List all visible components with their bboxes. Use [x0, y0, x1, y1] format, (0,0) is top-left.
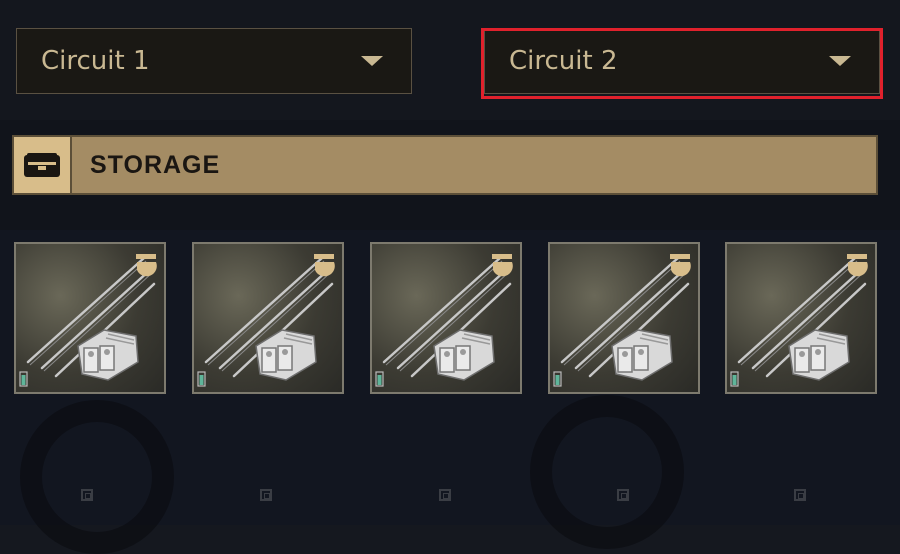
inventory-slot[interactable]	[370, 242, 522, 394]
circuit-parts-icon	[553, 254, 691, 387]
decor-ring	[20, 400, 174, 554]
chevron-down-icon	[361, 56, 383, 66]
circuit-2-label: Circuit 2	[509, 46, 618, 76]
decor-ring	[530, 395, 684, 549]
circuit-1-label: Circuit 1	[41, 46, 150, 76]
circuit-parts-icon	[197, 254, 335, 387]
circuit-parts-icon	[19, 254, 157, 387]
slot-marker-icon	[439, 489, 451, 501]
chevron-down-icon	[829, 56, 851, 66]
storage-chest-icon	[14, 137, 72, 193]
circuit-parts-icon	[730, 254, 868, 387]
storage-title: STORAGE	[90, 150, 221, 179]
inventory-slot[interactable]	[14, 242, 166, 394]
inventory-slot[interactable]	[548, 242, 700, 394]
circuit-1-dropdown[interactable]: Circuit 1	[16, 28, 412, 94]
slot-marker-icon	[617, 489, 629, 501]
inventory-slot[interactable]	[725, 242, 877, 394]
storage-header: STORAGE	[12, 135, 878, 195]
slot-marker-icon	[794, 489, 806, 501]
circuit-parts-icon	[375, 254, 513, 387]
circuit-2-dropdown[interactable]: Circuit 2	[484, 28, 880, 94]
inventory-slot[interactable]	[192, 242, 344, 394]
slot-marker-icon	[81, 489, 93, 501]
slot-marker-icon	[260, 489, 272, 501]
